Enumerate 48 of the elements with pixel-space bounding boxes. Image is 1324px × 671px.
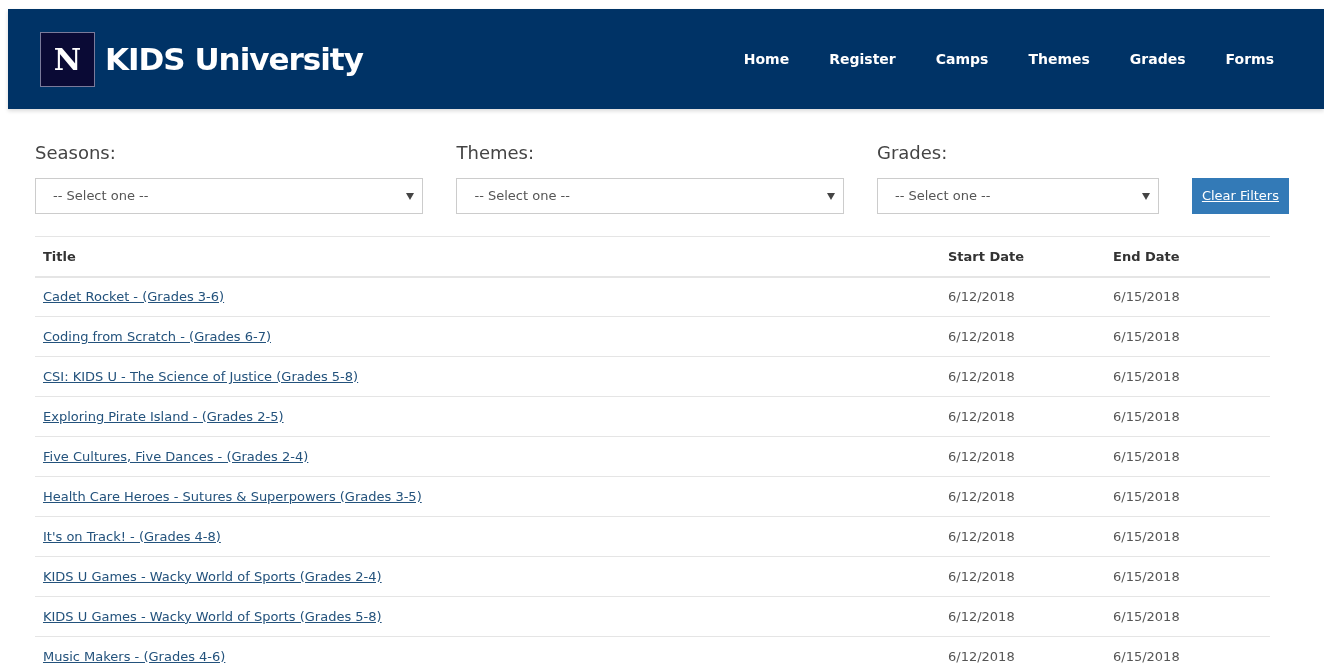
- camp-link[interactable]: KIDS U Games - Wacky World of Sports (Grades 5-8): [43, 608, 382, 624]
- table-cell: 6/12/2018: [948, 608, 1015, 624]
- column-header: End Date: [1113, 248, 1180, 264]
- table-cell: 6/15/2018: [1113, 408, 1180, 424]
- table-cell: 6/12/2018: [948, 368, 1015, 384]
- nav-link[interactable]: Camps: [935, 48, 989, 70]
- select-dropdown[interactable]: -- Select one --: [35, 178, 424, 214]
- table-cell: 6/12/2018: [948, 328, 1015, 344]
- filter-label: Seasons:: [35, 141, 117, 165]
- table-cell: 6/15/2018: [1113, 608, 1180, 624]
- column-header: Start Date: [948, 248, 1025, 264]
- camp-link[interactable]: CSI: KIDS U - The Science of Justice (Grades 5-8): [43, 368, 359, 384]
- filter-label: Grades:: [877, 141, 949, 165]
- table-cell: 6/12/2018: [948, 408, 1015, 424]
- table-cell: 6/12/2018: [948, 648, 1015, 664]
- camp-link[interactable]: Exploring Pirate Island - (Grades 2-5): [43, 408, 284, 424]
- camp-link[interactable]: Music Makers - (Grades 4-6): [43, 648, 226, 664]
- select-dropdown[interactable]: -- Select one --: [877, 178, 1159, 214]
- table-cell: 6/15/2018: [1113, 289, 1180, 304]
- filter-label: Themes:: [456, 141, 535, 165]
- table-cell: 6/15/2018: [1113, 368, 1180, 384]
- camp-link[interactable]: Health Care Heroes - Sutures & Superpowers (Grades 3-5): [43, 488, 422, 504]
- table-cell: 6/12/2018: [948, 568, 1015, 584]
- camp-link[interactable]: KIDS U Games - Wacky World of Sports (Grades 2-4): [43, 568, 382, 584]
- table-cell: 6/12/2018: [948, 528, 1015, 544]
- site-name[interactable]: KIDS University: [105, 35, 363, 83]
- nav-link[interactable]: Forms: [1225, 48, 1274, 70]
- table-cell: 6/12/2018: [948, 448, 1015, 464]
- table-cell: 6/15/2018: [1113, 528, 1180, 544]
- column-header: Title: [43, 248, 76, 264]
- camp-link[interactable]: Five Cultures, Five Dances - (Grades 2-4): [43, 448, 309, 464]
- select-dropdown[interactable]: -- Select one --: [456, 178, 844, 214]
- camp-link[interactable]: Coding from Scratch - (Grades 6-7): [43, 328, 271, 344]
- camp-link[interactable]: Cadet Rocket - (Grades 3-6): [43, 289, 225, 304]
- table-cell: 6/15/2018: [1113, 488, 1180, 504]
- nav-link[interactable]: Themes: [1028, 48, 1090, 70]
- table-cell: 6/15/2018: [1113, 448, 1180, 464]
- nav-link[interactable]: Register: [829, 48, 896, 70]
- table-cell: 6/15/2018: [1113, 328, 1180, 344]
- clear-filters-button[interactable]: Clear Filters: [1191, 178, 1289, 214]
- table-cell: 6/15/2018: [1113, 648, 1180, 664]
- table-cell: 6/12/2018: [948, 488, 1015, 504]
- table-cell: 6/12/2018: [948, 289, 1015, 304]
- logo[interactable]: N: [40, 31, 95, 87]
- table-cell: 6/15/2018: [1113, 568, 1180, 584]
- camp-link[interactable]: It's on Track! - (Grades 4-8): [43, 528, 221, 544]
- nav-link[interactable]: Home: [743, 48, 790, 70]
- nav-link[interactable]: Grades: [1129, 48, 1186, 70]
